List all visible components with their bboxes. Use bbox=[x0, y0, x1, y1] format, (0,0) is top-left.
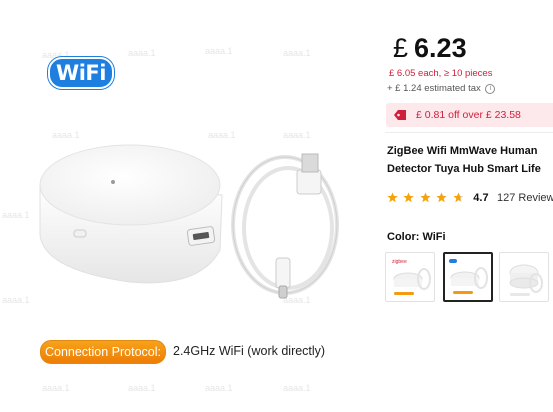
wifi-logo-badge: WiFi bbox=[48, 57, 114, 89]
product-info-panel: £6.23 £ 6.05 each, ≥ 10 pieces + £ 1.24 … bbox=[385, 0, 553, 412]
watermark: aaaa.1 bbox=[283, 383, 311, 393]
watermark: aaaa.1 bbox=[283, 130, 311, 140]
star-icon bbox=[387, 192, 398, 203]
watermark: aaaa.1 bbox=[2, 295, 30, 305]
variant-thumbnail bbox=[509, 264, 543, 296]
rating-row[interactable]: 4.7 127 Reviews bbox=[387, 189, 553, 207]
watermark: aaaa.1 bbox=[128, 48, 156, 58]
price-amount: 6.23 bbox=[414, 33, 467, 63]
bulk-price-text: £ 6.05 each, ≥ 10 pieces bbox=[389, 68, 493, 79]
star-icon bbox=[453, 192, 464, 203]
variant-option-sensor[interactable] bbox=[499, 252, 549, 302]
variant-selector: zigbee bbox=[385, 252, 553, 304]
estimated-tax-text: + £ 1.24 estimated tax bbox=[387, 83, 481, 94]
coupon-text: £ 0.81 off over £ 23.58 bbox=[416, 109, 521, 121]
product-title-line: Detector Tuya Hub Smart Life bbox=[387, 163, 541, 175]
tag-icon bbox=[394, 110, 406, 120]
rating-value: 4.7 bbox=[473, 192, 489, 204]
divider bbox=[385, 132, 553, 133]
rating-stars bbox=[387, 189, 465, 207]
connection-protocol-label: Connection Protocol: bbox=[40, 340, 166, 364]
variant-thumbnail bbox=[449, 259, 488, 294]
product-title[interactable]: ZigBee Wifi MmWave Human Detector Tuya H… bbox=[387, 142, 553, 178]
variant-thumbnail: zigbee bbox=[392, 259, 431, 295]
star-icon bbox=[403, 192, 415, 203]
product-title-line: ZigBee Wifi MmWave Human bbox=[387, 145, 538, 157]
watermark: aaaa.1 bbox=[208, 130, 236, 140]
watermark: aaaa.1 bbox=[2, 210, 30, 220]
reviews-count[interactable]: 127 Reviews bbox=[497, 192, 553, 204]
price: £6.23 bbox=[393, 33, 467, 64]
connection-protocol-value: 2.4GHz WiFi (work directly) bbox=[173, 344, 326, 358]
hub-device-illustration bbox=[39, 144, 339, 299]
watermark: aaaa.1 bbox=[283, 48, 311, 58]
variant-option-wifi[interactable] bbox=[443, 252, 493, 302]
watermark: aaaa.1 bbox=[52, 130, 80, 140]
variant-option-zigbee[interactable]: zigbee bbox=[385, 252, 435, 302]
info-icon[interactable]: i bbox=[485, 84, 496, 94]
price-currency: £ bbox=[393, 33, 409, 63]
product-image[interactable]: aaaa.1 aaaa.1 aaaa.1 aaaa.1 aaaa.1 aaaa.… bbox=[0, 0, 380, 412]
watermark: aaaa.1 bbox=[205, 383, 233, 393]
svg-text:zigbee: zigbee bbox=[392, 259, 407, 265]
variant-label: Color: WiFi bbox=[387, 231, 446, 243]
watermark: aaaa.1 bbox=[42, 383, 70, 393]
watermark: aaaa.1 bbox=[205, 46, 233, 56]
watermark: aaaa.1 bbox=[128, 383, 156, 393]
star-icon bbox=[436, 192, 447, 203]
coupon-banner[interactable]: £ 0.81 off over £ 23.58 bbox=[386, 103, 553, 127]
star-icon bbox=[420, 192, 431, 203]
estimated-tax: + £ 1.24 estimated tax i bbox=[387, 83, 496, 94]
